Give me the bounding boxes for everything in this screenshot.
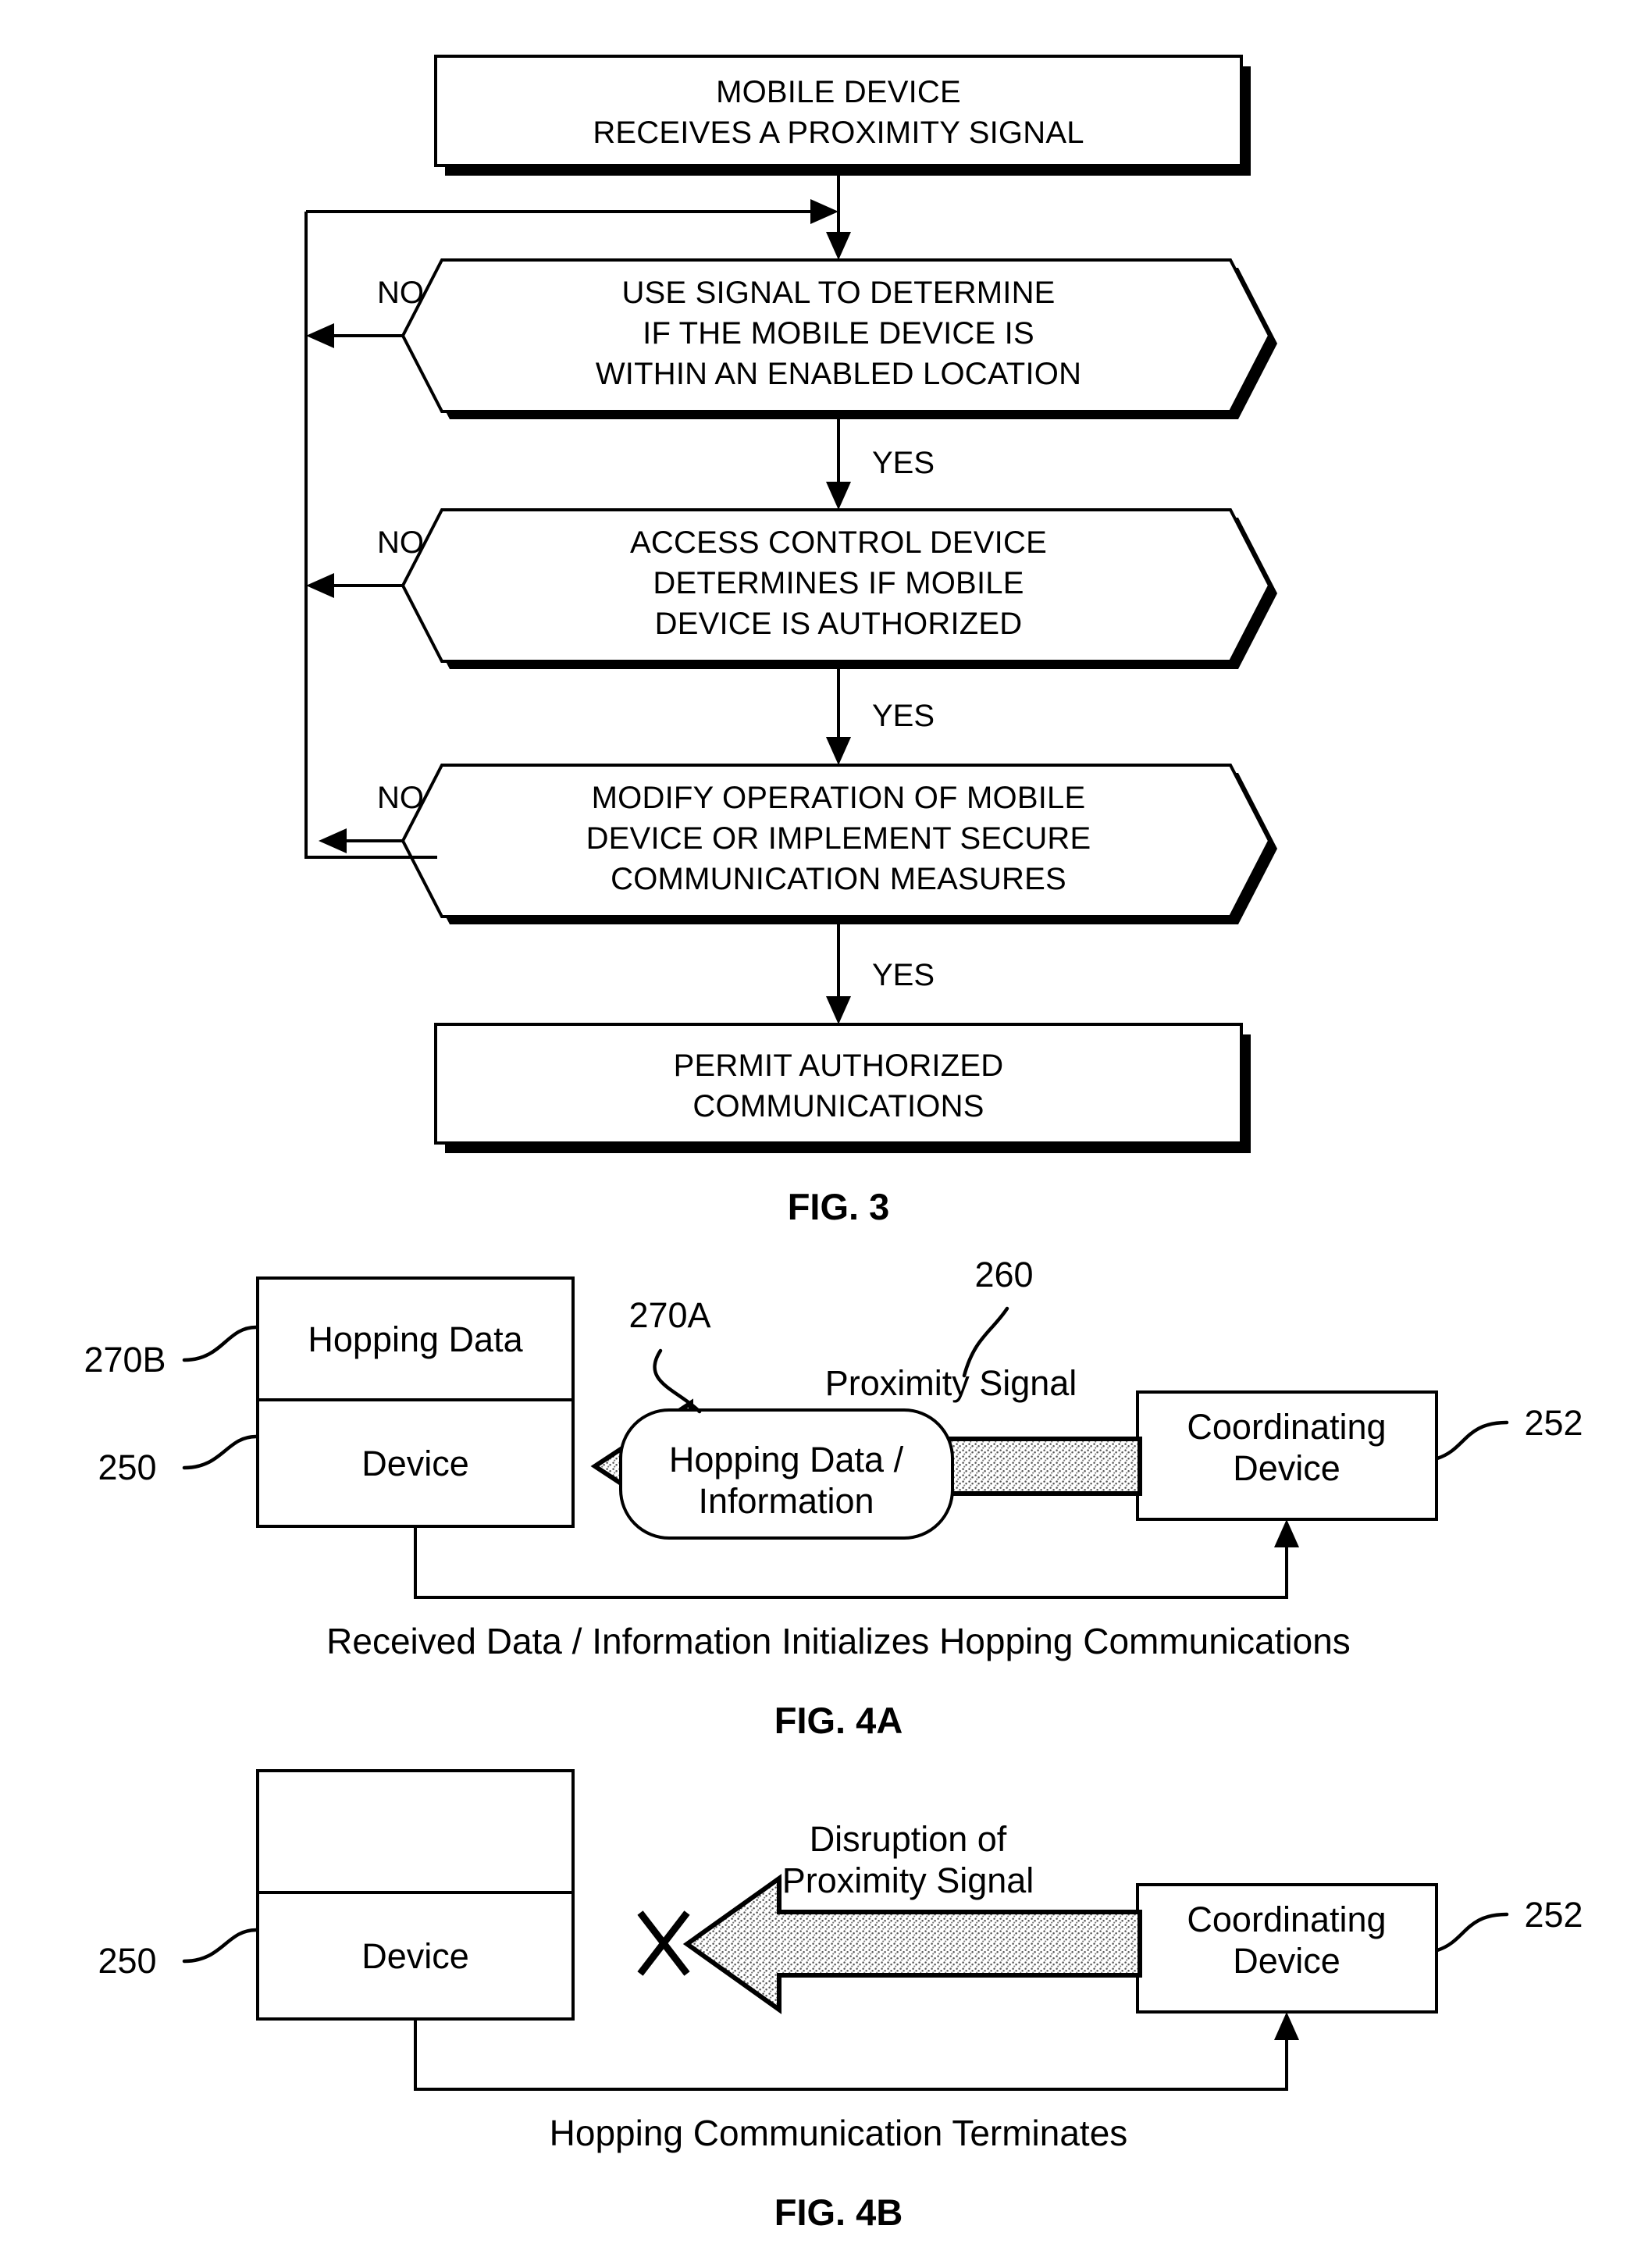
drawing-canvas: MOBILE DEVICE RECEIVES A PROXIMITY SIGNA… bbox=[84, 55, 1583, 2233]
figure-3: MOBILE DEVICE RECEIVES A PROXIMITY SIGNA… bbox=[304, 55, 1277, 1227]
flow-node-start: MOBILE DEVICE RECEIVES A PROXIMITY SIGNA… bbox=[434, 55, 1251, 176]
feedback-connector bbox=[414, 2012, 1299, 2091]
flow-node-decision-authorized: ACCESS CONTROL DEVICE DETERMINES IF MOBI… bbox=[401, 508, 1277, 669]
figure-label-fig4b: FIG. 4B bbox=[774, 2192, 903, 2233]
node-label-line-1: MOBILE DEVICE bbox=[716, 75, 961, 109]
leader-252 bbox=[1435, 1420, 1509, 1461]
figure-4a: Hopping Data Device Coordinating Device … bbox=[84, 1255, 1583, 1741]
branch-yes-3: YES bbox=[826, 917, 935, 1024]
device-box-bottom-label: Device bbox=[361, 1936, 469, 1976]
ref-label-252: 252 bbox=[1524, 1403, 1583, 1443]
device-box-top-label: Hopping Data bbox=[308, 1319, 523, 1359]
disruption-x-icon bbox=[637, 1910, 690, 1976]
node-label-line-1: MODIFY OPERATION OF MOBILE bbox=[592, 781, 1086, 815]
node-label-line-2: DEVICE OR IMPLEMENT SECURE bbox=[586, 821, 1091, 856]
node-label-line-1: USE SIGNAL TO DETERMINE bbox=[621, 276, 1055, 310]
node-label-line-3: DEVICE IS AUTHORIZED bbox=[655, 607, 1023, 641]
ref-label-250: 250 bbox=[98, 1447, 156, 1487]
branch-label-no: NO bbox=[377, 525, 424, 560]
node-label-line-2: DETERMINES IF MOBILE bbox=[653, 566, 1024, 600]
branch-label-no: NO bbox=[377, 781, 424, 815]
leader-270b bbox=[182, 1325, 258, 1362]
flow-node-permit: PERMIT AUTHORIZED COMMUNICATIONS bbox=[434, 1023, 1251, 1153]
device-box-top-cell bbox=[256, 1769, 575, 1894]
ref-label-270b: 270B bbox=[84, 1340, 166, 1380]
figure-4b-caption: Hopping Communication Terminates bbox=[550, 2113, 1128, 2153]
coordinating-label-line-2: Device bbox=[1233, 1941, 1340, 1981]
figure-label-fig3: FIG. 3 bbox=[788, 1186, 890, 1227]
branch-label-yes: YES bbox=[872, 958, 935, 992]
bubble-label-line-1: Hopping Data / bbox=[669, 1440, 904, 1479]
branch-label-yes: YES bbox=[872, 446, 935, 480]
coordinating-label-line-2: Device bbox=[1233, 1448, 1340, 1488]
figure-label-fig4a: FIG. 4A bbox=[774, 1700, 903, 1741]
flow-node-decision-modify: MODIFY OPERATION OF MOBILE DEVICE OR IMP… bbox=[401, 764, 1277, 924]
patent-drawing-sheet: MOBILE DEVICE RECEIVES A PROXIMITY SIGNA… bbox=[0, 0, 1652, 2261]
branch-yes-2: YES bbox=[826, 661, 935, 765]
coordinating-label-line-1: Coordinating bbox=[1187, 1407, 1386, 1447]
device-box-bottom-label: Device bbox=[361, 1444, 469, 1483]
figure-4a-caption: Received Data / Information Initializes … bbox=[326, 1621, 1351, 1661]
branch-label-yes: YES bbox=[872, 699, 935, 733]
disruption-label-line-2: Proximity Signal bbox=[782, 1860, 1034, 1900]
node-label-line-3: COMMUNICATION MEASURES bbox=[611, 862, 1066, 896]
ref-label-250: 250 bbox=[98, 1941, 156, 1981]
node-label-line-2: COMMUNICATIONS bbox=[692, 1089, 984, 1123]
leader-252b bbox=[1435, 1912, 1509, 1953]
branch-yes-1: YES bbox=[826, 411, 935, 510]
proximity-signal-label: Proximity Signal bbox=[825, 1363, 1077, 1403]
leader-250 bbox=[182, 1434, 258, 1470]
node-label-line-1: PERMIT AUTHORIZED bbox=[674, 1049, 1004, 1083]
device-box: Device bbox=[256, 1769, 575, 2021]
coordinating-device-box: Coordinating Device bbox=[1136, 1883, 1438, 2014]
device-box: Hopping Data Device bbox=[256, 1276, 575, 1528]
coordinating-label-line-1: Coordinating bbox=[1187, 1900, 1386, 1939]
leader-250b bbox=[182, 1928, 258, 1964]
ref-label-270a: 270A bbox=[628, 1295, 710, 1335]
node-box bbox=[434, 1023, 1243, 1145]
ref-label-260: 260 bbox=[974, 1255, 1033, 1294]
flow-node-decision-location: USE SIGNAL TO DETERMINE IF THE MOBILE DE… bbox=[401, 258, 1277, 419]
node-label-line-1: ACCESS CONTROL DEVICE bbox=[630, 525, 1047, 560]
coordinating-device-box: Coordinating Device bbox=[1136, 1390, 1438, 1521]
node-label-line-2: RECEIVES A PROXIMITY SIGNAL bbox=[593, 116, 1084, 150]
ref-label-252: 252 bbox=[1524, 1895, 1583, 1935]
disruption-label-line-1: Disruption of bbox=[810, 1819, 1007, 1859]
node-label-line-2: IF THE MOBILE DEVICE IS bbox=[643, 316, 1034, 351]
branch-label-no: NO bbox=[377, 276, 424, 310]
bubble-label-line-2: Information bbox=[698, 1481, 874, 1521]
figure-4b: Device Coordinating Device Disruption of… bbox=[98, 1769, 1583, 2233]
node-label-line-3: WITHIN AN ENABLED LOCATION bbox=[596, 357, 1081, 391]
hopping-data-bubble: Hopping Data / Information bbox=[619, 1408, 954, 1540]
